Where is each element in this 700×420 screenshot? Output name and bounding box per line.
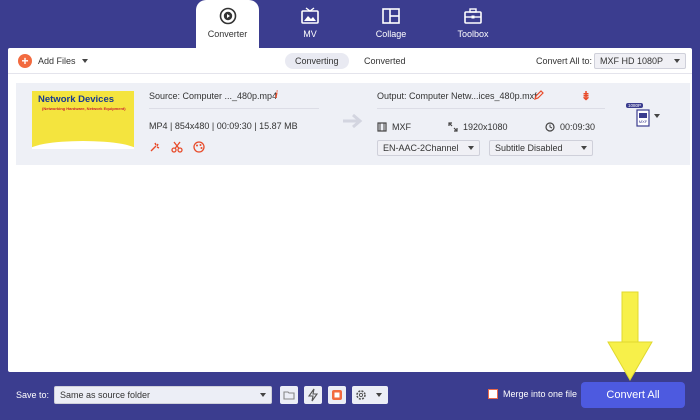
info-icon[interactable]: i [275, 90, 278, 101]
audio-track-value: EN-AAC-2Channel [383, 143, 459, 153]
output-filename: Output: Computer Netw...ices_480p.mxf [377, 91, 537, 101]
collage-icon [382, 8, 400, 24]
output-format-button[interactable]: 1080P MXF [626, 103, 660, 129]
chevron-down-icon [581, 146, 587, 150]
divider [377, 108, 605, 109]
convert-all-label: Convert All to: [536, 56, 593, 66]
arrow-right-icon [343, 113, 363, 129]
bottom-bar: Save to: Same as source folder Merge int… [0, 372, 700, 420]
tab-converter[interactable]: Converter [196, 0, 259, 48]
enhance-icon[interactable] [149, 141, 161, 153]
output-format: MXF [377, 122, 411, 132]
subtitle-select[interactable]: Subtitle Disabled [489, 140, 593, 156]
save-to-label: Save to: [16, 390, 50, 400]
mv-icon [301, 7, 319, 24]
tab-label: MV [303, 29, 317, 39]
hardware-accel-button[interactable] [304, 386, 322, 404]
resize-icon [448, 122, 458, 132]
thumbnail-title: Network Devices [38, 94, 115, 105]
format-file-icon: MXF [636, 109, 650, 127]
settings-button[interactable] [352, 386, 388, 404]
add-files-label: Add Files [38, 56, 76, 66]
folder-icon [283, 391, 295, 400]
merge-label: Merge into one file [503, 389, 578, 399]
format-badge-sub: MXF [639, 119, 648, 124]
source-filename: Source: Computer ..._480p.mp4 [149, 91, 278, 101]
gear-icon [356, 390, 366, 400]
convert-all-select[interactable]: MXF HD 1080P [594, 53, 686, 69]
gpu-on-icon [332, 390, 342, 400]
thumbnail-wave [32, 141, 134, 149]
tab-mv[interactable]: MV [280, 0, 340, 46]
save-to-value: Same as source folder [60, 390, 151, 400]
merge-checkbox[interactable] [488, 389, 498, 399]
pointer-arrow-icon [607, 291, 653, 381]
format-badge: 1080P [626, 103, 644, 108]
output-duration: 00:09:30 [545, 122, 595, 132]
output-resolution-value: 1920x1080 [463, 122, 508, 132]
chevron-down-icon [468, 146, 474, 150]
toolbar: + Add Files Converting Converted Convert… [8, 48, 692, 74]
clock-icon [545, 122, 555, 132]
subtitle-value: Subtitle Disabled [495, 143, 563, 153]
converter-icon [219, 7, 236, 25]
chevron-down-icon[interactable] [81, 59, 88, 63]
tab-collage[interactable]: Collage [360, 0, 422, 46]
tab-toolbox[interactable]: Toolbox [442, 0, 504, 46]
tab-label: Collage [375, 29, 407, 39]
edit-tools [149, 141, 205, 153]
open-folder-button[interactable] [280, 386, 298, 404]
video-thumbnail[interactable]: Network Devices (Networking Hardware, Ne… [32, 91, 134, 149]
tab-label: Converter [207, 29, 248, 39]
add-files-button[interactable]: + Add Files [18, 53, 88, 69]
add-output-icon[interactable]: ⇟ [581, 89, 591, 103]
convert-all-button[interactable]: Convert All [581, 382, 685, 408]
plus-icon: + [18, 54, 32, 68]
top-nav: Converter MV Collage Toolbox [0, 0, 700, 48]
tab-label: Toolbox [457, 29, 489, 39]
toolbox-icon [464, 8, 482, 24]
output-resolution: 1920x1080 [448, 122, 508, 132]
audio-track-select[interactable]: EN-AAC-2Channel [377, 140, 480, 156]
chevron-down-icon [376, 393, 382, 397]
gpu-accel-button[interactable] [328, 386, 346, 404]
tab-converting[interactable]: Converting [285, 53, 349, 69]
chevron-down-icon [654, 114, 660, 118]
edit-icon[interactable] [534, 90, 544, 100]
output-duration-value: 00:09:30 [560, 122, 596, 132]
film-icon [377, 122, 387, 132]
merge-checkbox-row[interactable]: Merge into one file [488, 389, 577, 399]
chevron-down-icon [260, 393, 266, 397]
lightning-off-icon [307, 388, 319, 402]
cut-icon[interactable] [171, 141, 183, 153]
divider [149, 108, 319, 109]
source-metadata: MP4 | 854x480 | 00:09:30 | 15.87 MB [149, 121, 298, 131]
main-panel: + Add Files Converting Converted Convert… [8, 48, 692, 372]
thumbnail-subtitle: (Networking Hardware, Network Equipment) [42, 106, 126, 111]
chevron-down-icon [674, 59, 680, 63]
file-row: Network Devices (Networking Hardware, Ne… [16, 83, 690, 165]
convert-all-value: MXF HD 1080P [600, 56, 664, 66]
palette-icon[interactable] [193, 141, 205, 153]
tab-converted[interactable]: Converted [354, 53, 416, 69]
output-format-value: MXF [392, 122, 411, 132]
save-to-select[interactable]: Same as source folder [54, 386, 272, 404]
